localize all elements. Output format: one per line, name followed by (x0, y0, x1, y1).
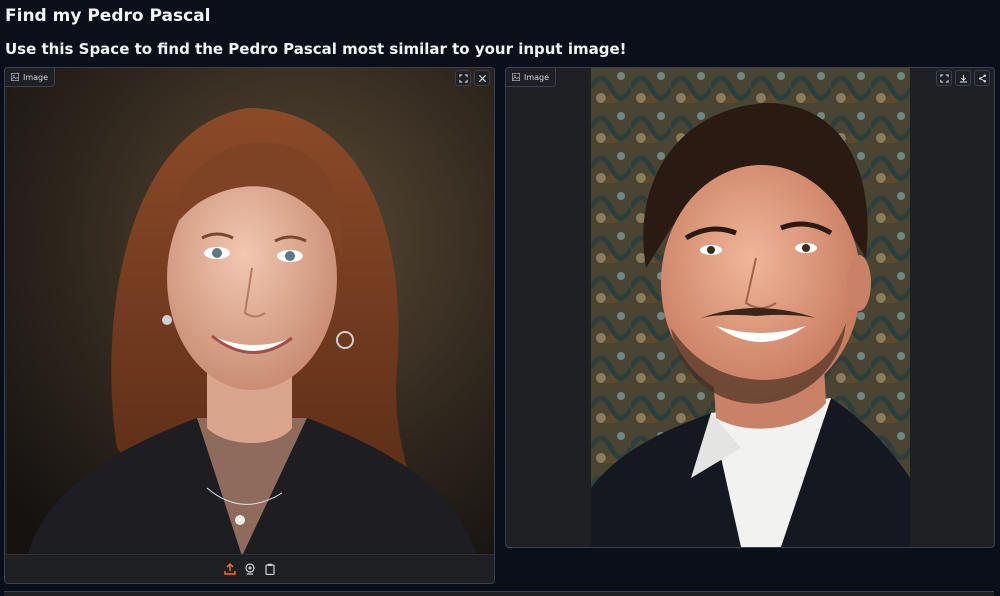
fullscreen-icon (939, 73, 949, 83)
clear-image-button[interactable] (474, 70, 490, 86)
upload-source-button[interactable] (223, 562, 237, 576)
download-button[interactable] (955, 70, 971, 86)
fullscreen-icon (458, 73, 468, 83)
app-page: Find my Pedro Pascal Use this Space to f… (0, 0, 1000, 596)
next-section-edge (4, 591, 994, 596)
fullscreen-button[interactable] (455, 70, 471, 86)
input-image-label: Image (5, 68, 56, 87)
output-image-label-text: Image (524, 72, 550, 82)
input-image-tools (455, 70, 490, 86)
clipboard-source-button[interactable] (263, 562, 277, 576)
fullscreen-button[interactable] (936, 70, 952, 86)
output-image (591, 68, 910, 547)
page-subtitle: Use this Space to find the Pedro Pascal … (5, 40, 627, 58)
image-source-toolbar (5, 554, 494, 583)
input-image-label-text: Image (23, 72, 49, 82)
close-icon (478, 74, 486, 82)
image-icon (512, 73, 520, 81)
download-icon (959, 74, 967, 82)
clipboard-icon (264, 563, 275, 575)
upload-icon (223, 563, 236, 575)
output-image-tools (936, 70, 990, 86)
share-button[interactable] (974, 70, 990, 86)
image-icon (11, 73, 19, 81)
webcam-source-button[interactable] (243, 562, 257, 576)
input-image (7, 68, 494, 556)
page-title: Find my Pedro Pascal (5, 6, 211, 26)
share-icon (978, 74, 986, 82)
webcam-icon (244, 563, 255, 575)
output-image-panel: Image (505, 67, 995, 548)
input-image-panel[interactable]: Image (4, 67, 495, 584)
output-image-label: Image (506, 68, 557, 87)
